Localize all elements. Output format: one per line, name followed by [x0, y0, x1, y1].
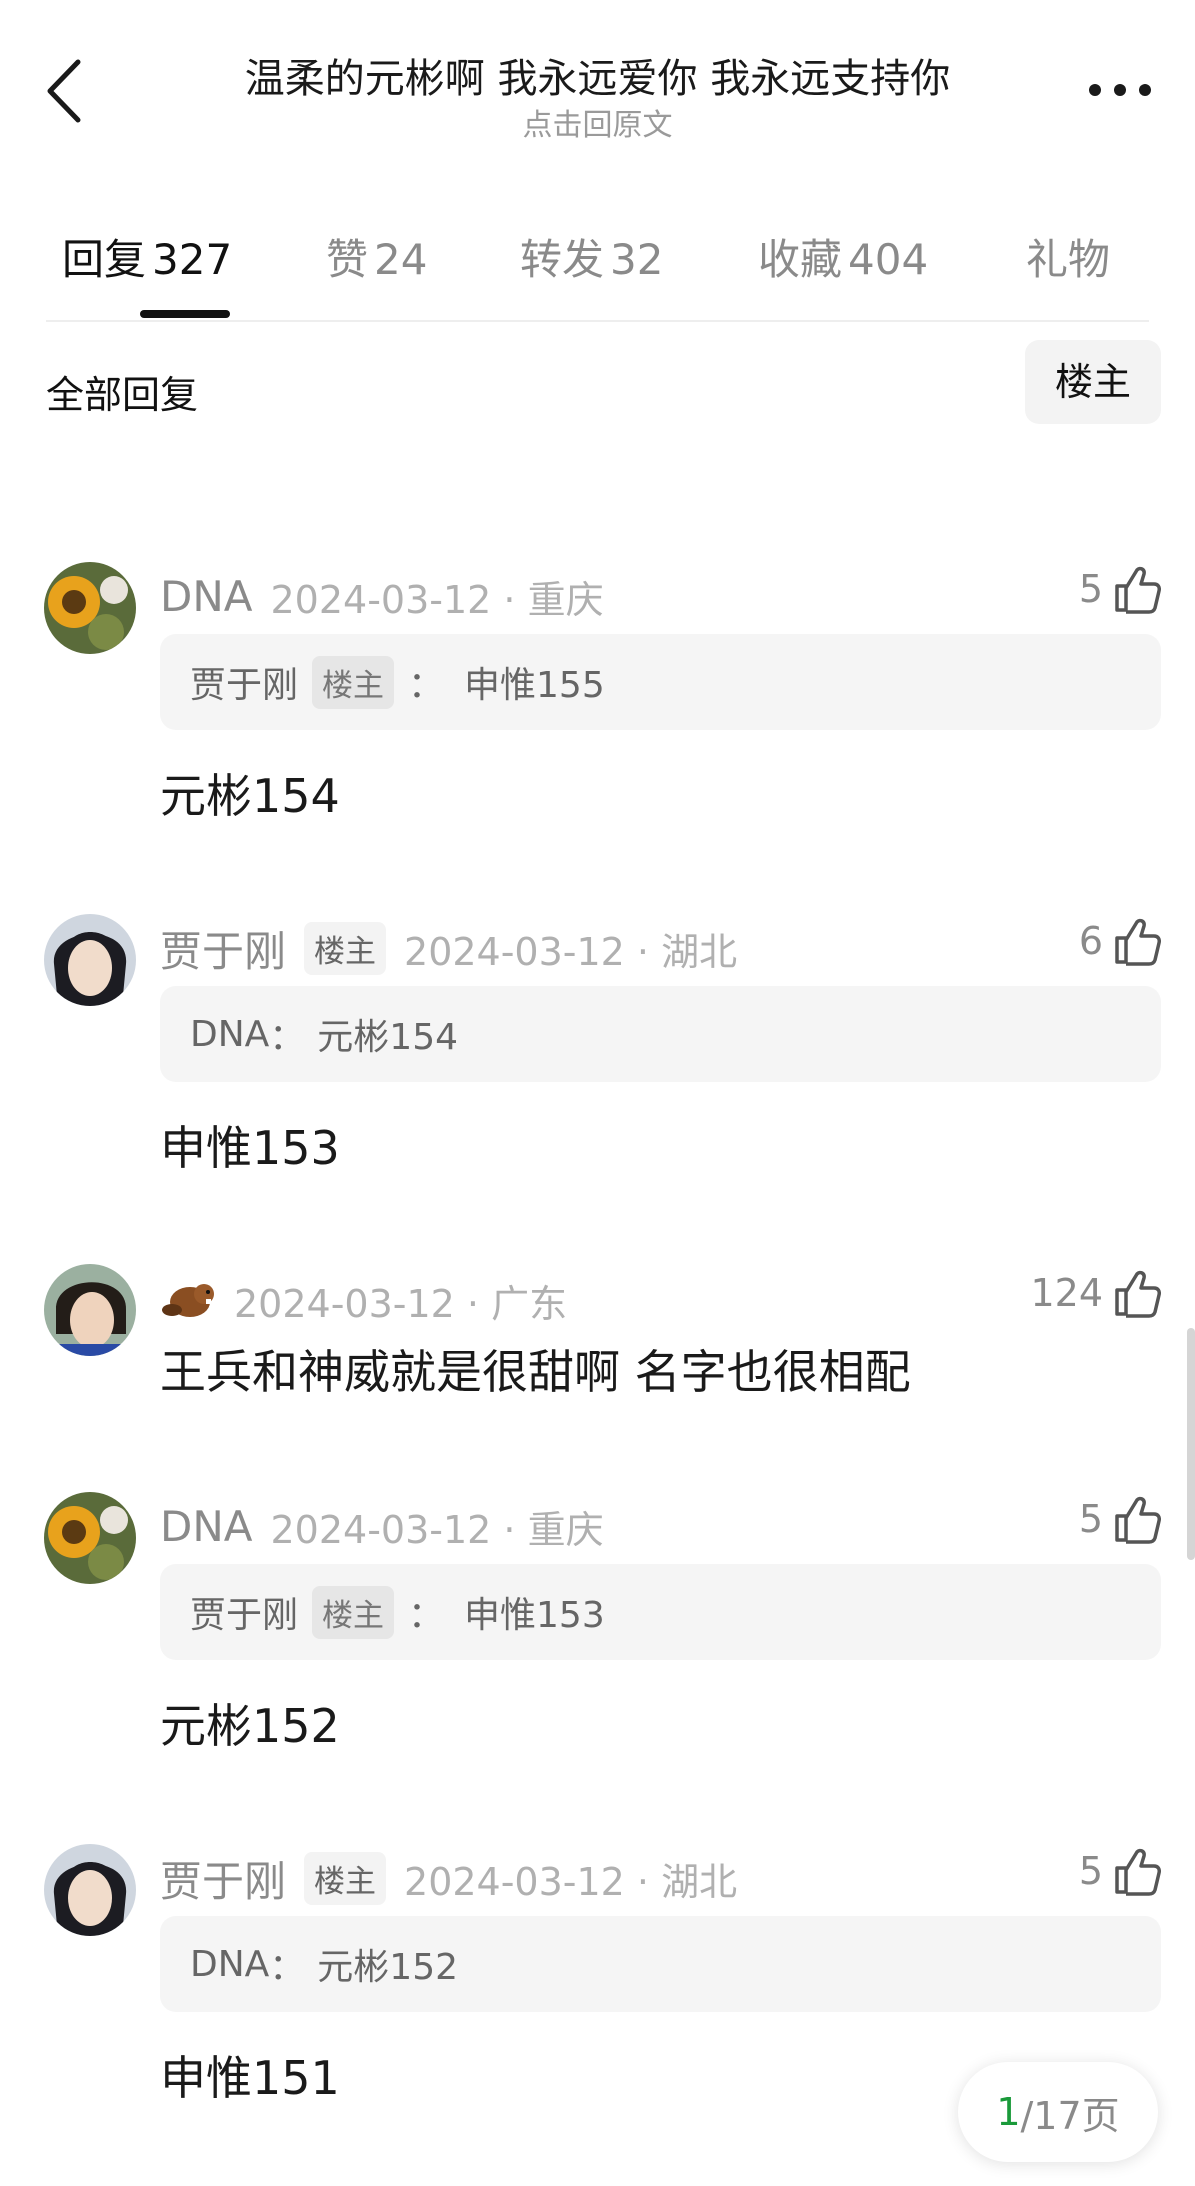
sunflower-avatar-image [44, 562, 136, 654]
like-button[interactable]: 124 [1030, 1268, 1161, 1318]
timestamp-location: 2024-03-12 · 湖北 [404, 1859, 738, 1904]
quoted-reply[interactable]: DNA ： 元彬154 [160, 986, 1161, 1082]
reply-meta: DNA 2024-03-12 · 重庆 [160, 1498, 604, 1554]
quoted-reply[interactable]: 贾于刚 楼主 ： 申惟155 [160, 634, 1161, 730]
thumbs-up-icon [1115, 918, 1161, 966]
reply-text: 元彬152 [160, 1699, 340, 1753]
active-tab-indicator [140, 310, 230, 318]
thumbs-up-icon [1115, 1848, 1161, 1896]
thumbs-up-icon [1115, 1496, 1161, 1544]
timestamp-location: 2024-03-12 · 重庆 [270, 1507, 604, 1552]
avatar[interactable] [44, 914, 136, 1006]
all-replies-label: 全部回复 [46, 373, 199, 417]
owner-badge: 楼主 [304, 921, 387, 975]
avatar[interactable] [44, 1844, 136, 1936]
reply-text: 申惟153 [160, 1121, 340, 1175]
like-button[interactable]: 5 [1079, 1846, 1161, 1896]
username[interactable]: DNA [160, 572, 253, 621]
person-avatar-image [44, 1844, 136, 1936]
owner-badge: 楼主 [304, 1851, 387, 1905]
timestamp-location: 2024-03-12 · 重庆 [270, 577, 604, 622]
owner-only-button[interactable]: 楼主 [1025, 340, 1161, 424]
username[interactable]: 贾于刚 [160, 1848, 286, 1909]
current-page: 1 [996, 2090, 1021, 2134]
like-count: 124 [1030, 1271, 1103, 1315]
more-button[interactable] [1085, 80, 1155, 100]
page-indicator-button[interactable]: 1/17页 [958, 2062, 1158, 2162]
avatar[interactable] [44, 562, 136, 654]
reply-text: 王兵和神威就是很甜啊 名字也很相配 [160, 1345, 911, 1399]
scrollbar[interactable] [1187, 1328, 1195, 1560]
page-title: 温柔的元彬啊 我永远爱你 我永远支持你 [244, 56, 951, 102]
beaver-icon [162, 1284, 214, 1317]
quoted-reply[interactable]: 贾于刚 楼主 ： 申惟153 [160, 1564, 1161, 1660]
like-button[interactable]: 5 [1079, 1494, 1161, 1544]
avatar[interactable] [44, 1492, 136, 1584]
back-to-original-link[interactable]: 点击回原文 [150, 100, 1045, 144]
tab-replies[interactable]: 回复 327 [62, 226, 232, 287]
tab-gifts[interactable]: 礼物 [1026, 226, 1110, 287]
username[interactable] [160, 1276, 216, 1324]
total-pages: /17页 [1020, 2093, 1120, 2138]
tab-bar: 回复 327 赞 24 转发 32 收藏 404 礼物 [46, 220, 1149, 322]
quoted-reply[interactable]: DNA ： 元彬152 [160, 1916, 1161, 2012]
tab-likes[interactable]: 赞 24 [326, 226, 427, 287]
reply-meta: 2024-03-12 · 广东 [160, 1272, 567, 1328]
chevron-left-icon [47, 59, 81, 123]
top-bar: 温柔的元彬啊 我永远爱你 我永远支持你 点击回原文 [0, 0, 1195, 150]
avatar[interactable] [44, 1264, 136, 1356]
more-dots-icon [1089, 84, 1151, 96]
tab-favorites[interactable]: 收藏 404 [758, 226, 928, 287]
timestamp-location: 2024-03-12 · 广东 [234, 1281, 568, 1326]
filter-bar: 全部回复 楼主 [46, 340, 1161, 430]
reply-meta: 贾于刚 楼主 2024-03-12 · 湖北 [160, 1850, 737, 1906]
thumbs-up-icon [1115, 566, 1161, 614]
owner-badge: 楼主 [312, 655, 395, 709]
reply-meta: DNA 2024-03-12 · 重庆 [160, 568, 604, 624]
username[interactable]: 贾于刚 [160, 918, 286, 979]
like-count: 5 [1078, 567, 1103, 611]
like-count: 6 [1078, 919, 1103, 963]
like-button[interactable]: 5 [1079, 564, 1161, 614]
person-avatar-image [44, 1264, 136, 1356]
reply-meta: 贾于刚 楼主 2024-03-12 · 湖北 [160, 920, 737, 976]
like-count: 5 [1078, 1849, 1103, 1893]
sunflower-avatar-image [44, 1492, 136, 1584]
tab-reposts[interactable]: 转发 32 [520, 226, 663, 287]
reply-text: 申惟151 [160, 2051, 340, 2105]
timestamp-location: 2024-03-12 · 湖北 [404, 929, 738, 974]
username[interactable]: DNA [160, 1502, 253, 1551]
reply-text: 元彬154 [160, 769, 340, 823]
back-button[interactable] [40, 56, 90, 126]
person-avatar-image [44, 914, 136, 1006]
owner-badge: 楼主 [312, 1585, 395, 1639]
like-count: 5 [1078, 1497, 1103, 1541]
thumbs-up-icon [1115, 1270, 1161, 1318]
like-button[interactable]: 6 [1079, 916, 1161, 966]
